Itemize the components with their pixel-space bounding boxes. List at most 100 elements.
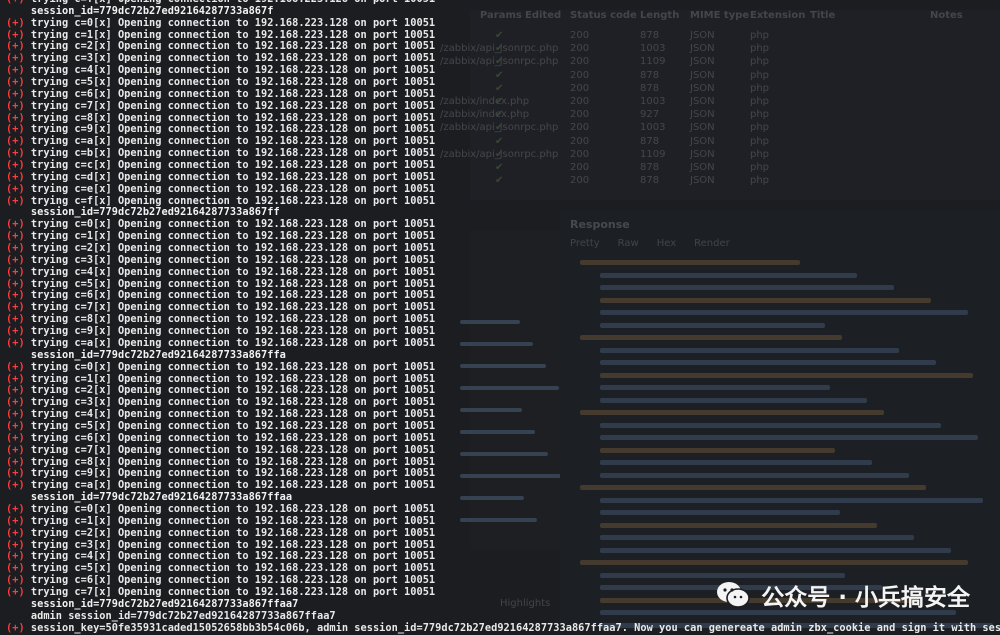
status-marker: (+) (6, 396, 31, 409)
line-text: session_key=50fe35931caded15052658bb3b54… (30, 621, 1000, 634)
status-marker: (+) (6, 479, 31, 492)
status-marker: (+) (6, 384, 31, 397)
status-marker: (+) (6, 431, 31, 444)
line-text: trying c=3[x] Opening connection to 192.… (30, 396, 436, 409)
line-text: trying c=3[x] Opening connection to 192.… (30, 52, 436, 65)
line-text: session_id=779dc72b27ed92164287733a867ff… (30, 597, 299, 610)
status-marker: (+) (6, 135, 31, 148)
line-text: trying c=8[x] Opening connection to 192.… (30, 455, 436, 468)
status-marker: (+) (6, 455, 31, 468)
status-marker: (+) (6, 194, 31, 207)
line-text: trying c=e[x] Opening connection to 192.… (30, 182, 436, 195)
status-marker: (+) (6, 253, 31, 266)
line-text: trying c=2[x] Opening connection to 192.… (30, 384, 436, 397)
line-text: trying c=2[x] Opening connection to 192.… (30, 40, 436, 53)
terminal-output[interactable]: (+) trying c=f[x] Opening connection to … (6, 0, 1000, 635)
line-text: trying c=0[x] Opening connection to 192.… (30, 16, 436, 29)
line-text: trying c=8[x] Opening connection to 192.… (30, 313, 436, 326)
line-text: trying c=0[x] Opening connection to 192.… (30, 360, 436, 373)
line-text: trying c=5[x] Opening connection to 192.… (30, 562, 436, 575)
watermark-text: 公众号 · 小兵搞安全 (761, 585, 970, 611)
line-text: trying c=7[x] Opening connection to 192.… (30, 443, 436, 456)
line-text: trying c=5[x] Opening connection to 192.… (30, 76, 436, 89)
line-text: trying c=7[x] Opening connection to 192.… (30, 99, 436, 112)
status-marker: (+) (6, 313, 31, 326)
status-marker: (+) (6, 419, 31, 432)
status-marker: (+) (6, 147, 31, 160)
line-text: session_id=779dc72b27ed92164287733a867ff… (30, 348, 286, 361)
line-text: trying c=0[x] Opening connection to 192.… (30, 218, 436, 231)
status-marker: (+) (6, 336, 31, 349)
line-text: trying c=9[x] Opening connection to 192.… (30, 123, 436, 136)
status-marker: (+) (6, 242, 31, 255)
status-marker: (+) (6, 585, 31, 598)
line-text: session_id=779dc72b27ed92164287733a867ff… (30, 491, 293, 504)
terminal-line: (+) session_key=50fe35931caded15052658bb… (6, 621, 1000, 635)
line-text: session_id=779dc72b27ed92164287733a867ff (30, 206, 280, 219)
status-marker: (+) (6, 372, 31, 385)
status-marker: (+) (6, 87, 31, 100)
status-marker: (+) (6, 16, 31, 29)
line-text: session_id=779dc72b27ed92164287733a867f (30, 4, 274, 17)
line-text: trying c=a[x] Opening connection to 192.… (30, 135, 436, 148)
line-text: trying c=8[x] Opening connection to 192.… (30, 111, 436, 124)
line-text: trying c=7[x] Opening connection to 192.… (30, 585, 436, 598)
line-text: admin session_id=779dc72b27ed92164287733… (30, 609, 336, 622)
line-text: trying c=6[x] Opening connection to 192.… (30, 574, 436, 587)
status-marker: (+) (6, 301, 31, 314)
line-text: trying c=4[x] Opening connection to 192.… (30, 408, 436, 421)
line-text: trying c=3[x] Opening connection to 192.… (30, 253, 436, 266)
line-text: trying c=a[x] Opening connection to 192.… (30, 336, 436, 349)
line-text: trying c=6[x] Opening connection to 192.… (30, 87, 436, 100)
status-marker: (+) (6, 574, 31, 587)
status-marker: (+) (6, 265, 31, 278)
status-marker: (+) (6, 76, 31, 89)
line-text: trying c=1[x] Opening connection to 192.… (30, 372, 436, 385)
status-marker: (+) (6, 111, 31, 124)
status-marker: (+) (6, 325, 31, 338)
status-marker: (+) (6, 408, 31, 421)
status-marker: (+) (6, 230, 31, 243)
line-text: trying c=9[x] Opening connection to 192.… (30, 325, 436, 338)
status-marker: (+) (6, 526, 31, 539)
status-marker: (+) (6, 550, 31, 563)
status-marker: (+) (6, 159, 31, 172)
status-marker: (+) (6, 123, 31, 136)
status-marker: (+) (6, 467, 31, 480)
line-text: trying c=d[x] Opening connection to 192.… (30, 170, 436, 183)
line-text: trying c=4[x] Opening connection to 192.… (30, 64, 436, 77)
line-text: trying c=b[x] Opening connection to 192.… (30, 147, 436, 160)
status-marker: (+) (6, 40, 31, 53)
status-marker: (+) (6, 182, 31, 195)
status-marker: (+) (6, 28, 31, 41)
line-text: trying c=a[x] Opening connection to 192.… (30, 479, 436, 492)
status-marker: (+) (6, 360, 31, 373)
line-text: trying c=5[x] Opening connection to 192.… (30, 277, 436, 290)
line-text: trying c=2[x] Opening connection to 192.… (30, 242, 436, 255)
status-marker: (+) (6, 562, 31, 575)
status-marker: (+) (6, 52, 31, 65)
status-marker: (+) (6, 99, 31, 112)
line-text: trying c=6[x] Opening connection to 192.… (30, 289, 436, 302)
status-marker: (+) (6, 170, 31, 183)
status-marker: (+) (6, 443, 31, 456)
line-text: trying c=0[x] Opening connection to 192.… (30, 502, 436, 515)
line-text: trying c=9[x] Opening connection to 192.… (30, 467, 436, 480)
status-marker: (+) (6, 289, 31, 302)
line-text: trying c=3[x] Opening connection to 192.… (30, 538, 436, 551)
status-marker: (+) (6, 64, 31, 77)
status-marker: (+) (6, 277, 31, 290)
wechat-watermark: 公众号 · 小兵搞安全 (715, 576, 970, 614)
line-text: trying c=1[x] Opening connection to 192.… (30, 514, 436, 527)
line-text: trying c=c[x] Opening connection to 192.… (30, 159, 436, 172)
wechat-icon (717, 582, 751, 608)
line-text: trying c=1[x] Opening connection to 192.… (30, 230, 436, 243)
status-marker: (+) (6, 514, 31, 527)
line-text: trying c=2[x] Opening connection to 192.… (30, 526, 436, 539)
status-marker: (+) (6, 502, 31, 515)
status-marker: (+) (6, 538, 31, 551)
line-text: trying c=6[x] Opening connection to 192.… (30, 431, 436, 444)
line-text: trying c=5[x] Opening connection to 192.… (30, 419, 436, 432)
status-marker: (+) (6, 621, 31, 634)
line-text: trying c=7[x] Opening connection to 192.… (30, 301, 436, 314)
